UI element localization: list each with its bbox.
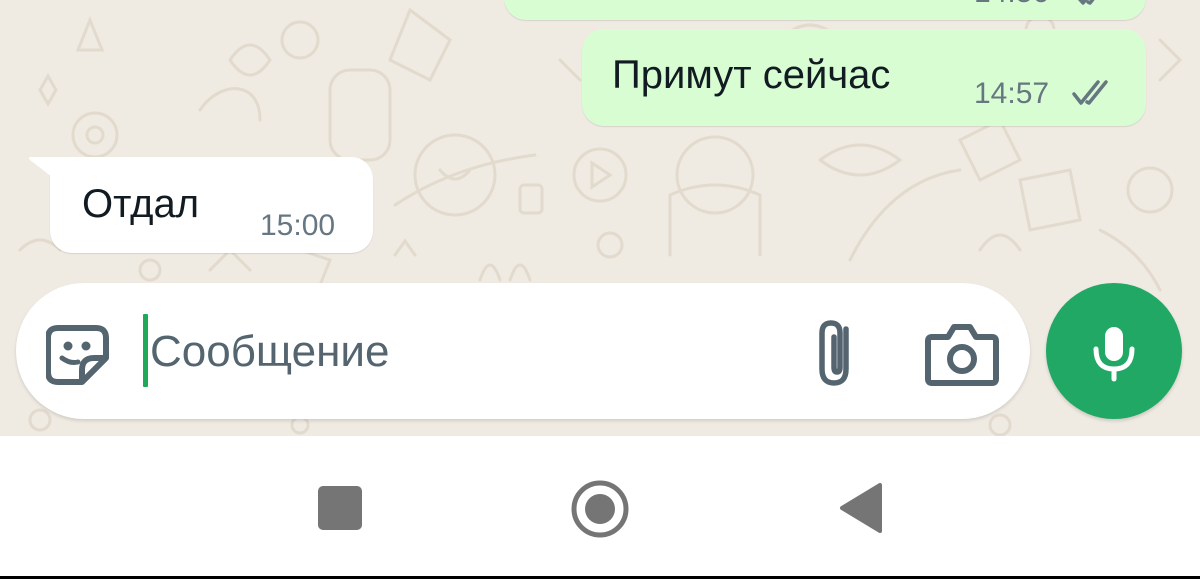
message-time: 15:00: [260, 209, 336, 242]
recents-icon[interactable]: [318, 486, 362, 530]
sticker-icon[interactable]: [46, 322, 112, 388]
message-text: Отдал: [82, 182, 200, 226]
camera-icon[interactable]: [922, 319, 1002, 389]
message-text: Примут сейчас: [612, 53, 891, 97]
bubble-tail: [29, 157, 52, 177]
text-caret: [143, 314, 148, 387]
message-bubble-outgoing[interactable]: Примут сейчас 14:57: [582, 29, 1146, 126]
message-time: 14:57: [974, 77, 1050, 110]
back-icon[interactable]: [838, 483, 882, 533]
microphone-icon: [1093, 327, 1135, 382]
message-bubble-incoming[interactable]: Отдал 15:00: [29, 157, 373, 253]
paperclip-icon[interactable]: [798, 313, 878, 393]
system-navigation-bar: [0, 436, 1200, 579]
message-bubble-outgoing[interactable]: 14:56: [504, 0, 1146, 20]
message-input[interactable]: [150, 322, 770, 382]
home-icon[interactable]: [570, 479, 630, 539]
message-time: 14:56: [974, 0, 1049, 10]
voice-record-button[interactable]: [1046, 283, 1182, 419]
double-check-icon: [1072, 80, 1108, 105]
double-check-icon: [1078, 0, 1095, 5]
